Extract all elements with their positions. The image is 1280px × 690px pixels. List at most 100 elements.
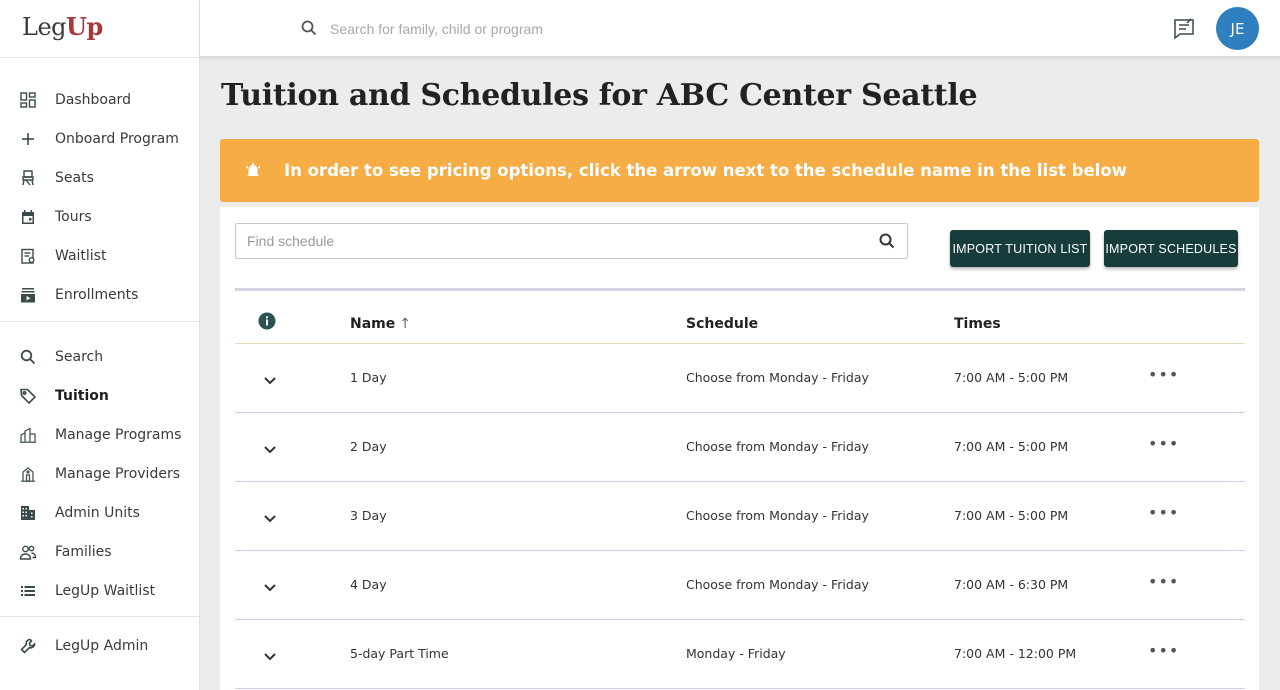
logo-text-leg: Leg — [22, 13, 67, 41]
sidebar-item-label: Manage Providers — [55, 465, 180, 482]
table-row: 3 Day Choose from Monday - Friday 7:00 A… — [235, 482, 1245, 551]
alert-message: In order to see pricing options, click t… — [284, 161, 1127, 180]
chevron-down-icon[interactable] — [263, 578, 277, 597]
cell-schedule: Choose from Monday - Friday — [686, 370, 869, 385]
table-row: 1 Day Choose from Monday - Friday 7:00 A… — [235, 344, 1245, 413]
sidebar-item-label: Waitlist — [55, 247, 107, 264]
cell-name: 4 Day — [350, 577, 387, 592]
table-row: 5-day Part Time Monday - Friday 7:00 AM … — [235, 620, 1245, 689]
alarm-icon — [244, 162, 262, 180]
column-header-schedule[interactable]: Schedule — [686, 316, 758, 332]
building-icon — [19, 426, 37, 444]
schedules-card: IMPORT TUITION LIST IMPORT SCHEDULES Nam… — [220, 207, 1259, 690]
sidebar-item-label: LegUp Waitlist — [55, 582, 156, 599]
sidebar-item-onboard-program[interactable]: Onboard Program — [0, 119, 199, 158]
search-icon — [19, 348, 37, 366]
sidebar-item-waitlist[interactable]: Waitlist — [0, 236, 199, 275]
chevron-down-icon[interactable] — [263, 647, 277, 666]
sidebar-item-legup-waitlist[interactable]: LegUp Waitlist — [0, 571, 199, 610]
tag-icon — [19, 387, 37, 405]
more-options-icon[interactable]: ••• — [1148, 572, 1179, 591]
sidebar-item-tuition[interactable]: Tuition — [0, 376, 199, 415]
cell-schedule: Monday - Friday — [686, 646, 786, 661]
logo-text-up: Up — [66, 12, 103, 41]
cell-times: 7:00 AM - 12:00 PM — [954, 646, 1077, 661]
nav-group-secondary: Search Tuition Manage Programs Manage Pr… — [0, 321, 199, 616]
sidebar-item-legup-admin[interactable]: LegUp Admin — [0, 626, 199, 665]
sidebar-item-label: Onboard Program — [55, 130, 179, 147]
column-header-name-label: Name — [350, 316, 396, 332]
sidebar-item-label: Enrollments — [55, 286, 139, 303]
sidebar-item-seats[interactable]: Seats — [0, 158, 199, 197]
sidebar-item-families[interactable]: Families — [0, 532, 199, 571]
more-options-icon[interactable]: ••• — [1148, 503, 1179, 522]
table-row: 2 Day Choose from Monday - Friday 7:00 A… — [235, 413, 1245, 482]
sidebar-item-label: Dashboard — [55, 91, 131, 108]
cell-times: 7:00 AM - 5:00 PM — [954, 370, 1069, 385]
user-avatar[interactable]: JE — [1216, 7, 1259, 50]
provider-icon — [19, 465, 37, 483]
seat-icon — [19, 169, 37, 187]
sidebar: LegUp Dashboard Onboard Program Seats To… — [0, 0, 200, 690]
more-options-icon[interactable]: ••• — [1148, 641, 1179, 660]
cell-schedule: Choose from Monday - Friday — [686, 577, 869, 592]
dashboard-icon — [19, 91, 37, 109]
sidebar-item-label: LegUp Admin — [55, 637, 149, 654]
cell-name: 2 Day — [350, 439, 387, 454]
find-schedule-field — [235, 223, 908, 259]
people-icon — [19, 543, 37, 561]
nav-group-primary: Dashboard Onboard Program Seats Tours Wa… — [0, 57, 199, 321]
office-icon — [19, 504, 37, 522]
sidebar-item-admin-units[interactable]: Admin Units — [0, 493, 199, 532]
sidebar-item-label: Manage Programs — [55, 426, 182, 443]
messages-icon[interactable] — [1172, 17, 1196, 45]
sidebar-item-label: Families — [55, 543, 112, 560]
sidebar-item-dashboard[interactable]: Dashboard — [0, 80, 199, 119]
more-options-icon[interactable]: ••• — [1148, 365, 1179, 384]
cell-name: 1 Day — [350, 370, 387, 385]
sidebar-item-label: Search — [55, 348, 104, 365]
sidebar-item-label: Tours — [55, 208, 92, 225]
info-alert-banner: In order to see pricing options, click t… — [220, 139, 1259, 202]
find-schedule-input[interactable] — [236, 225, 867, 257]
info-icon[interactable] — [258, 312, 276, 334]
table-header: Name ↑ Schedule Times — [235, 302, 1245, 344]
clipboard-icon — [19, 247, 37, 265]
import-tuition-list-button[interactable]: IMPORT TUITION LIST — [950, 230, 1090, 267]
sidebar-item-label: Seats — [55, 169, 94, 186]
legup-logo[interactable]: LegUp — [0, 0, 199, 57]
sidebar-item-tours[interactable]: Tours — [0, 197, 199, 236]
table-top-divider — [235, 288, 1245, 291]
table-row: 4 Day Choose from Monday - Friday 7:00 A… — [235, 551, 1245, 620]
cell-name: 3 Day — [350, 508, 387, 523]
sort-ascending-icon: ↑ — [399, 316, 411, 332]
cell-schedule: Choose from Monday - Friday — [686, 439, 869, 454]
chevron-down-icon[interactable] — [263, 509, 277, 528]
calendar-icon — [19, 208, 37, 226]
import-schedules-button[interactable]: IMPORT SCHEDULES — [1104, 230, 1238, 267]
sidebar-item-search[interactable]: Search — [0, 337, 199, 376]
sidebar-item-label: Tuition — [55, 387, 109, 404]
list-icon — [19, 582, 37, 600]
global-search-input[interactable] — [330, 16, 830, 42]
column-header-times[interactable]: Times — [954, 316, 1001, 332]
nav-group-admin: LegUp Admin — [0, 616, 199, 665]
sidebar-item-label: Admin Units — [55, 504, 140, 521]
top-bar: JE — [200, 0, 1280, 57]
page-title: Tuition and Schedules for ABC Center Sea… — [221, 78, 978, 113]
cell-times: 7:00 AM - 5:00 PM — [954, 439, 1069, 454]
sidebar-item-enrollments[interactable]: Enrollments — [0, 275, 199, 314]
more-options-icon[interactable]: ••• — [1148, 434, 1179, 453]
column-header-name[interactable]: Name ↑ — [350, 316, 411, 332]
sidebar-item-manage-programs[interactable]: Manage Programs — [0, 415, 199, 454]
sidebar-item-manage-providers[interactable]: Manage Providers — [0, 454, 199, 493]
cell-times: 7:00 AM - 6:30 PM — [954, 577, 1069, 592]
search-icon — [300, 19, 318, 41]
plus-icon — [19, 130, 37, 148]
search-icon[interactable] — [867, 232, 907, 250]
cell-name: 5-day Part Time — [350, 646, 449, 661]
chevron-down-icon[interactable] — [263, 371, 277, 390]
chevron-down-icon[interactable] — [263, 440, 277, 459]
cell-schedule: Choose from Monday - Friday — [686, 508, 869, 523]
cell-times: 7:00 AM - 5:00 PM — [954, 508, 1069, 523]
